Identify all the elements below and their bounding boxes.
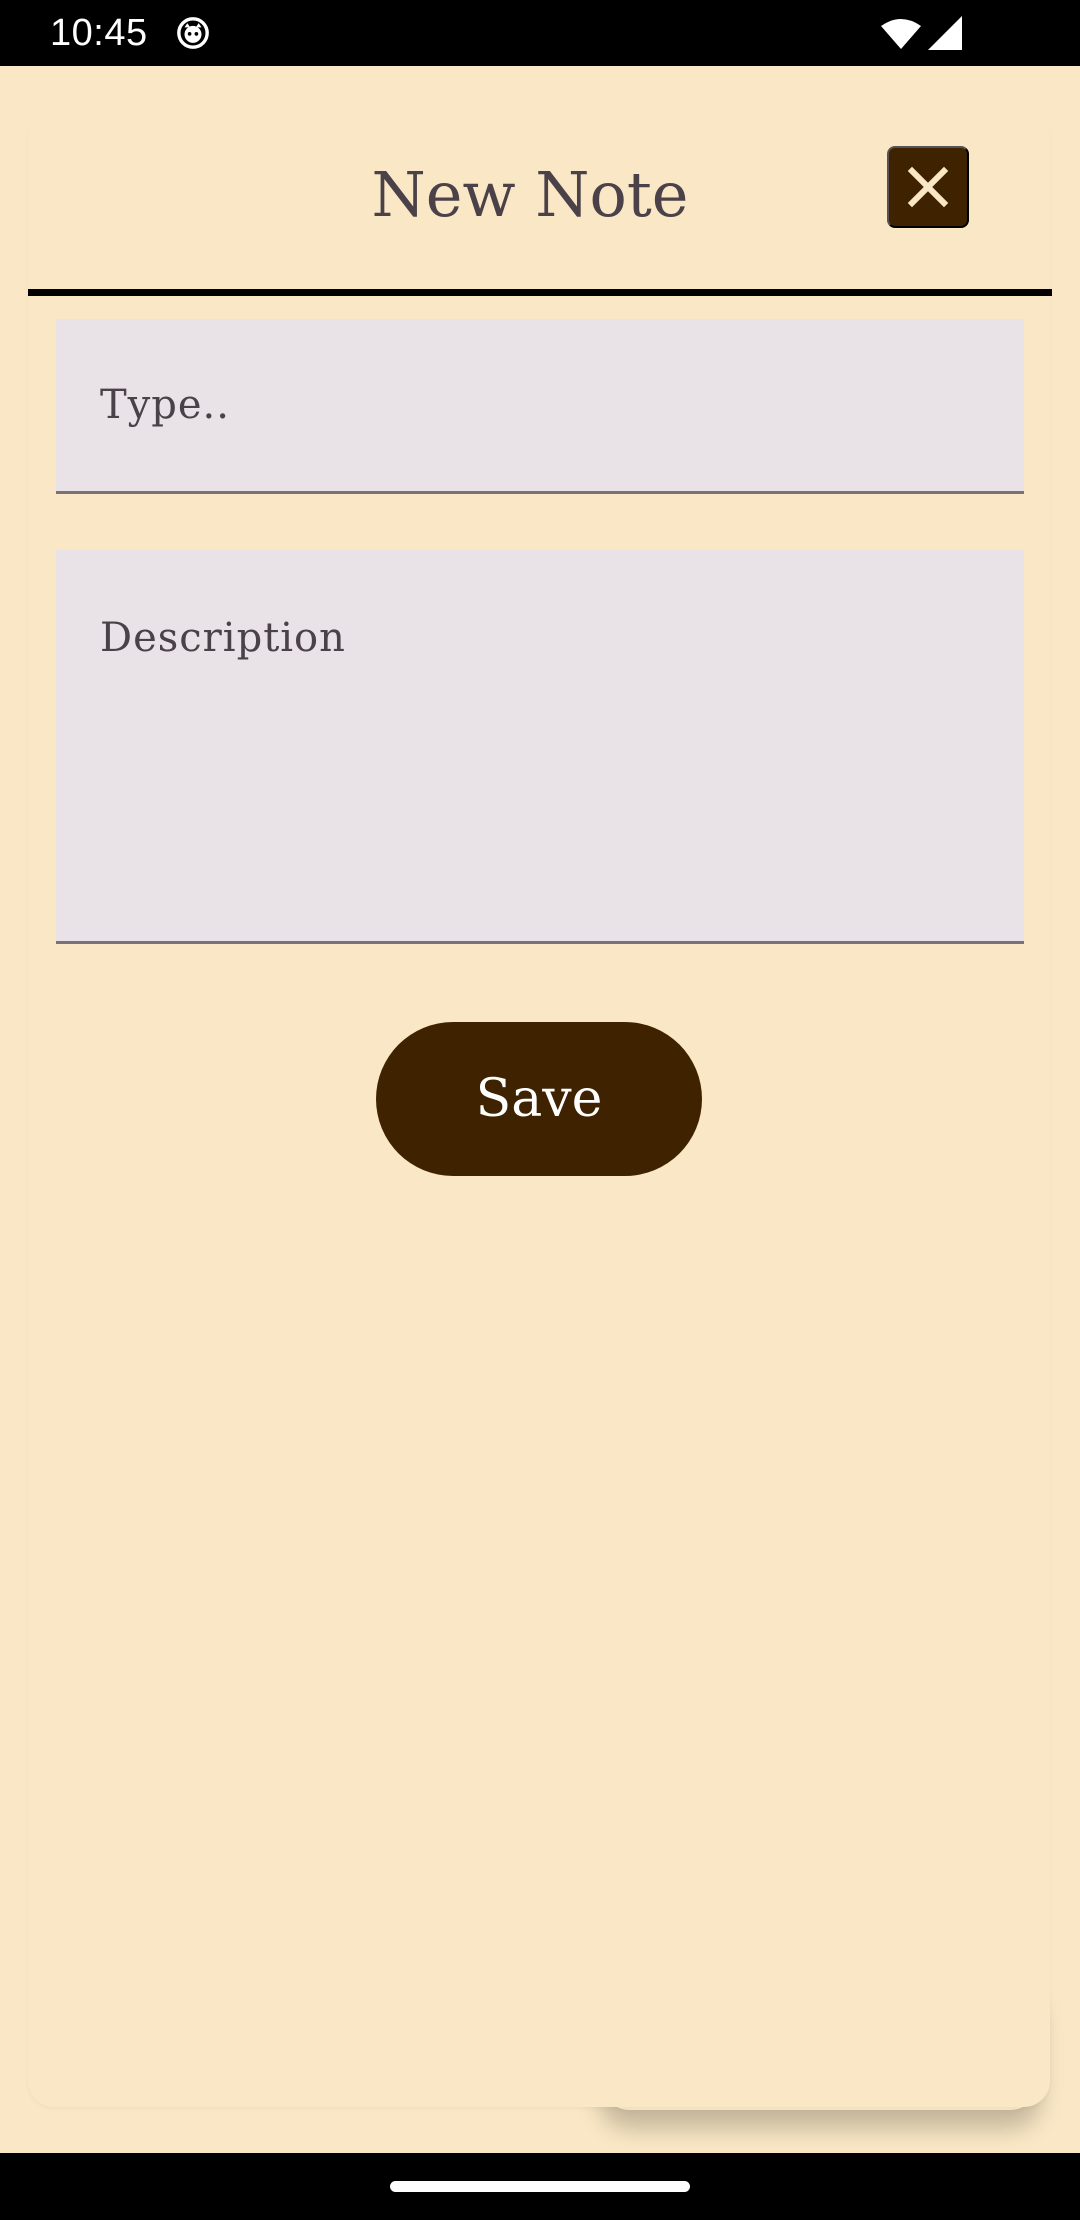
- save-button[interactable]: Save: [376, 1022, 702, 1176]
- description-field: [56, 550, 1024, 944]
- type-field: [56, 319, 1024, 494]
- type-input[interactable]: [56, 319, 1024, 491]
- cat-face-icon: [177, 17, 209, 49]
- close-icon: [907, 166, 949, 208]
- close-button[interactable]: [887, 146, 969, 228]
- header-divider: [28, 289, 1052, 296]
- status-bar: 10:45: [0, 0, 1080, 66]
- description-input[interactable]: [56, 550, 1024, 941]
- home-indicator[interactable]: [390, 2181, 690, 2192]
- wifi-icon: [881, 19, 921, 49]
- status-time: 10:45: [50, 12, 148, 54]
- cellular-signal-icon: [928, 16, 962, 50]
